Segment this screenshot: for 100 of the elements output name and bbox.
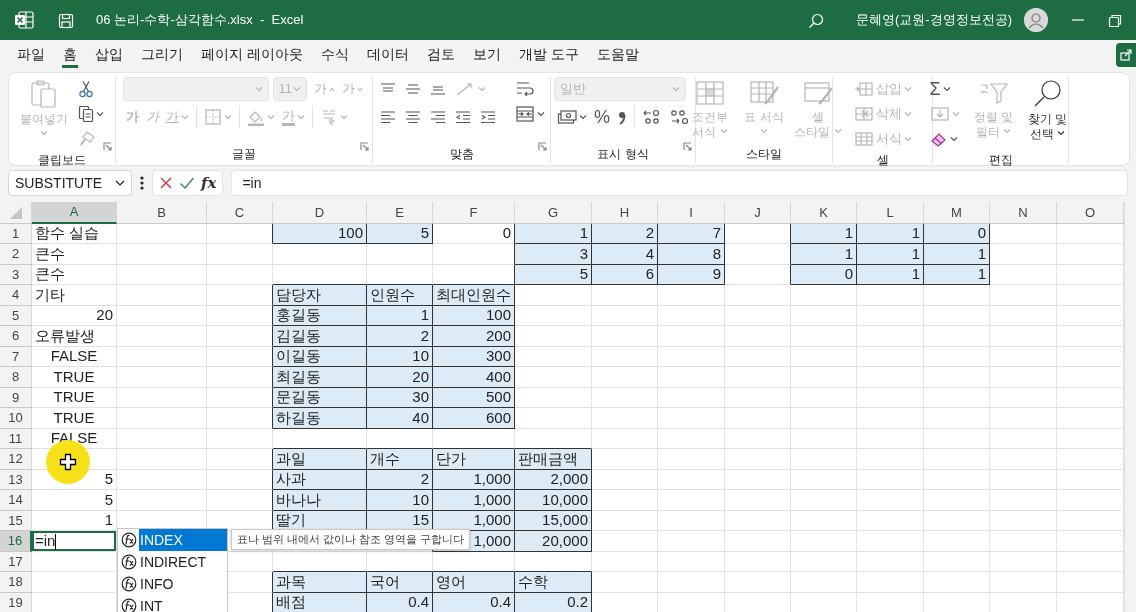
row-header[interactable]: 3 [0, 264, 32, 285]
table-cell: 6 [592, 264, 658, 285]
row-header[interactable]: 12 [0, 449, 32, 470]
ribbon-tab[interactable]: 그리기 [132, 42, 192, 68]
table-cell: 0.4 [367, 592, 433, 612]
table-cell: 최길동 [273, 367, 367, 388]
column-header[interactable]: F [433, 202, 515, 224]
row-header[interactable]: 17 [0, 551, 32, 572]
ribbon-tab[interactable]: 파일 [8, 42, 54, 68]
autocomplete-item[interactable]: INDIRECT [118, 551, 227, 573]
table-cell: 200 [433, 326, 515, 347]
column-header[interactable]: N [990, 202, 1057, 224]
table-cell: 바나나 [273, 490, 367, 511]
column-header[interactable]: G [515, 202, 592, 224]
table-cell: 기타 [32, 285, 117, 306]
row-header[interactable]: 5 [0, 305, 32, 326]
autocomplete-item[interactable]: INFO [118, 573, 227, 595]
row-header[interactable]: 13 [0, 469, 32, 490]
column-header[interactable]: L [857, 202, 924, 224]
table-cell: 판매금액 [515, 449, 592, 470]
table-cell: 0.2 [515, 592, 592, 612]
column-header[interactable]: E [367, 202, 433, 224]
caret-up-icon [328, 86, 335, 92]
dialog-launcher-icon [360, 142, 369, 152]
name-box[interactable]: SUBSTITUTE [8, 170, 132, 196]
row-header[interactable]: 10 [0, 408, 32, 429]
column-header[interactable]: J [725, 202, 791, 224]
insert-cells-icon [853, 81, 874, 97]
ribbon-tab[interactable]: 데이터 [357, 42, 418, 68]
ribbon-tab[interactable]: 도움말 [587, 42, 648, 68]
group-label: 맞춤 [449, 147, 474, 161]
ribbon-tab[interactable]: 페이지 레이아웃 [192, 42, 312, 68]
find-select-button[interactable]: 찾기 및 선택 [1020, 77, 1075, 144]
table-cell: 300 [433, 346, 515, 367]
share-icon [1120, 49, 1132, 61]
row-header[interactable]: 8 [0, 367, 32, 388]
table-cell: 1 [791, 223, 857, 244]
table-cell: 이길동 [273, 346, 367, 367]
restore-icon [1108, 13, 1122, 28]
caret-icon [292, 86, 301, 92]
row-header[interactable]: 9 [0, 387, 32, 408]
table-cell: 0.4 [433, 592, 515, 612]
table-cell: TRUE [32, 408, 117, 429]
row-header[interactable]: 16 [0, 531, 32, 552]
table-cell: 과목 [273, 572, 367, 593]
table-cell: 1 [515, 223, 592, 244]
table-cell: 수학 [515, 572, 592, 593]
table-cell: 영어 [433, 572, 515, 593]
column-header[interactable]: H [592, 202, 658, 224]
autocomplete-item[interactable]: INT [118, 595, 227, 612]
share-button[interactable] [1116, 43, 1136, 67]
table-cell: 오류발생 [32, 326, 117, 347]
table-cell: 1 [924, 244, 990, 265]
column-header[interactable]: I [658, 202, 725, 224]
table-cell: 2 [592, 223, 658, 244]
ribbon-tab[interactable]: 검토 [417, 42, 464, 68]
group-label: 편집 [988, 153, 1013, 167]
table-cell: 큰수 [32, 264, 117, 285]
column-header[interactable]: K [791, 202, 857, 224]
table-cell: 5 [32, 490, 117, 511]
ribbon-tab[interactable]: 삽입 [86, 42, 132, 68]
table-cell: 10,000 [515, 490, 592, 511]
column-header[interactable]: B [117, 202, 207, 224]
row-header[interactable]: 6 [0, 326, 32, 347]
table-cell: 2 [367, 469, 433, 490]
row-header[interactable]: 18 [0, 572, 32, 593]
table-cell: 10 [367, 490, 433, 511]
row-header[interactable]: 14 [0, 490, 32, 511]
row-header[interactable]: 15 [0, 510, 32, 531]
table-cell: 큰수 [32, 244, 117, 265]
clipboard-icon [29, 79, 59, 109]
percent-style-button[interactable]: % [591, 105, 613, 129]
ribbon-tab[interactable]: 개발 도구 [509, 42, 588, 68]
dialog-launcher-icon [538, 142, 547, 152]
row-header[interactable]: 11 [0, 428, 32, 449]
column-header[interactable]: C [207, 202, 273, 224]
column-header[interactable]: D [273, 202, 367, 224]
row-header[interactable]: 1 [0, 223, 32, 244]
table-cell: 8 [658, 244, 725, 265]
column-header[interactable]: O [1057, 202, 1124, 224]
row-header[interactable]: 4 [0, 285, 32, 306]
autosum-button[interactable]: Σ [926, 77, 963, 101]
row-header[interactable]: 19 [0, 592, 32, 612]
caret-icon [115, 180, 125, 186]
row-header[interactable]: 2 [0, 244, 32, 265]
active-cell[interactable]: =in [32, 531, 117, 552]
column-header[interactable]: M [924, 202, 990, 224]
group-label: 글꼴 [232, 147, 256, 161]
align-center-icon [403, 109, 422, 125]
caret-icon [96, 111, 104, 117]
table-cell: 하길동 [273, 408, 367, 429]
row-header[interactable]: 7 [0, 346, 32, 367]
user-name[interactable]: 문혜영(교원-경영정보전공) [856, 10, 1012, 30]
formula-input[interactable]: =in [231, 170, 1128, 196]
ribbon-tab[interactable]: 수식 [311, 42, 358, 68]
table-cell: 5 [515, 264, 592, 285]
column-header[interactable]: A [32, 202, 117, 224]
ribbon-tab[interactable]: 보기 [463, 42, 510, 68]
vertical-scrollbar[interactable] [1124, 202, 1136, 612]
caret-icon [579, 114, 587, 120]
